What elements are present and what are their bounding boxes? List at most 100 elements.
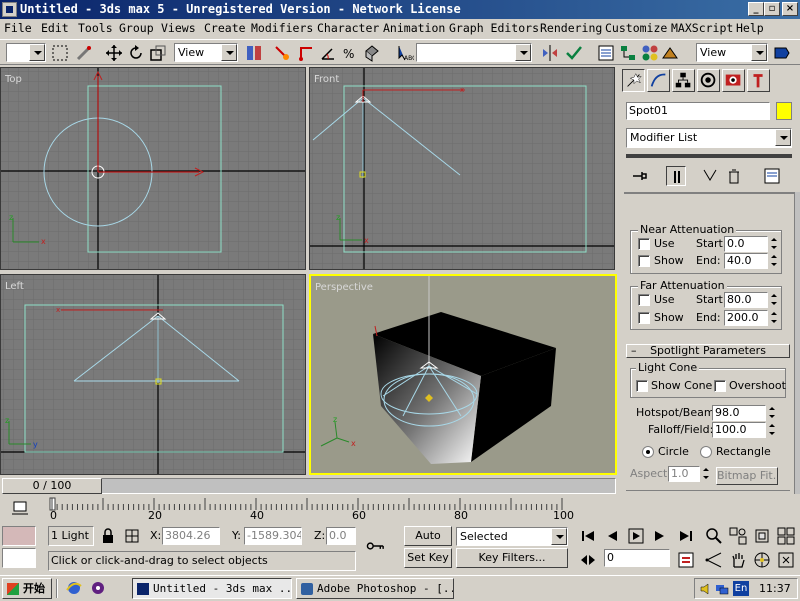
spinner-arrows-icon[interactable] — [769, 310, 779, 326]
schematic-view-icon[interactable] — [618, 43, 638, 63]
track-bar[interactable]: 0 20 40 60 80 100 — [0, 496, 620, 522]
zoom-icon[interactable] — [704, 526, 724, 546]
utilities-tab-icon[interactable] — [747, 69, 770, 92]
percent-snap-icon[interactable]: % — [340, 43, 360, 63]
modifier-list-combo[interactable]: Modifier List — [626, 128, 792, 148]
select-manipulate-icon[interactable] — [272, 43, 292, 63]
menu-animation[interactable]: Animation — [383, 21, 445, 35]
near-use-checkbox[interactable] — [638, 238, 650, 250]
field-of-view-icon[interactable] — [704, 550, 724, 570]
show-end-result-icon[interactable] — [666, 166, 686, 186]
far-end-value[interactable]: 200.0 — [724, 310, 768, 326]
media-player-icon[interactable] — [88, 578, 108, 598]
material-editor-icon[interactable] — [640, 43, 660, 63]
remove-modifier-icon[interactable] — [724, 166, 744, 186]
object-color-swatch[interactable] — [776, 102, 792, 120]
near-end-value[interactable]: 40.0 — [724, 253, 768, 269]
menu-maxscript[interactable]: MAXScript — [671, 21, 733, 35]
select-object-icon[interactable] — [50, 43, 70, 63]
far-start-spinner[interactable]: 80.0 — [724, 292, 780, 308]
spotlight-parameters-rollout[interactable]: – Spotlight Parameters — [626, 344, 790, 358]
make-unique-icon[interactable] — [700, 166, 720, 186]
restore-button[interactable]: ▫ — [764, 2, 780, 16]
spinner-arrows-icon[interactable] — [767, 422, 777, 438]
near-start-value[interactable]: 0.0 — [724, 236, 768, 252]
far-show-checkbox[interactable] — [638, 312, 650, 324]
track-bar-ruler[interactable] — [0, 496, 620, 522]
key-selection-combo[interactable]: Selected — [456, 527, 568, 546]
play-icon[interactable] — [626, 526, 646, 546]
configure-modifier-sets-icon[interactable] — [762, 166, 782, 186]
overshoot-checkbox[interactable] — [714, 380, 726, 392]
menu-file[interactable]: File — [4, 21, 32, 35]
aspect-value[interactable]: 1.0 — [668, 466, 700, 482]
spinner-arrows-icon[interactable] — [769, 236, 779, 252]
far-start-value[interactable]: 80.0 — [724, 292, 768, 308]
command-panel-scrollbar[interactable] — [794, 192, 800, 494]
object-name-field[interactable]: Spot01 — [626, 102, 770, 120]
menu-edit[interactable]: Edit — [41, 21, 69, 35]
scale-icon[interactable] — [148, 43, 168, 63]
viewport-label-perspective[interactable]: Perspective — [315, 282, 373, 293]
z-coord-field[interactable]: 0.0 — [326, 527, 356, 545]
bitmap-fit-button[interactable]: Bitmap Fit... — [716, 467, 778, 485]
hotspot-spinner[interactable]: 98.0 — [712, 405, 778, 421]
spinner-arrows-icon[interactable] — [769, 253, 779, 269]
pin-stack-icon[interactable] — [630, 166, 650, 186]
menu-character[interactable]: Character — [317, 21, 379, 35]
selection-filter-combo[interactable] — [6, 43, 46, 62]
lock-selection-icon[interactable] — [98, 526, 118, 546]
key-mode-toggle-icon[interactable] — [578, 550, 598, 570]
auto-key-button[interactable]: Auto Key — [404, 526, 452, 560]
named-selection-combo[interactable] — [416, 43, 532, 62]
app-icon[interactable] — [2, 2, 17, 17]
language-indicator[interactable]: En — [733, 581, 749, 596]
maxscript-listener-pink[interactable] — [2, 526, 36, 546]
far-end-spinner[interactable]: 200.0 — [724, 310, 780, 326]
viewport-top[interactable]: Top z x — [0, 67, 306, 270]
angle-snap-icon[interactable] — [318, 43, 338, 63]
near-start-spinner[interactable]: 0.0 — [724, 236, 780, 252]
time-slider[interactable]: 0 / 100 — [0, 476, 620, 496]
set-key-mode-icon[interactable] — [366, 536, 394, 556]
go-to-start-icon[interactable] — [578, 526, 598, 546]
taskbar-item-photoshop[interactable]: Adobe Photoshop - [... — [296, 578, 454, 599]
viewport-perspective[interactable]: Perspective z x — [309, 274, 617, 475]
maximize-viewport-icon[interactable] — [776, 550, 796, 570]
near-show-checkbox[interactable] — [638, 255, 650, 267]
display-tab-icon[interactable] — [722, 69, 745, 92]
key-filters-button[interactable]: Key Filters... — [456, 548, 568, 568]
move-icon[interactable] — [104, 43, 124, 63]
menu-help[interactable]: Help — [736, 21, 764, 35]
named-selection-icon[interactable]: ABC — [394, 43, 416, 63]
set-key-button[interactable]: Set Key — [404, 548, 452, 568]
zoom-extents-icon[interactable] — [752, 526, 772, 546]
close-button[interactable]: × — [782, 2, 798, 16]
zoom-all-icon[interactable] — [728, 526, 748, 546]
viewport-label-top[interactable]: Top — [5, 74, 22, 85]
menu-customize[interactable]: Customize — [605, 21, 667, 35]
x-coord-field[interactable]: 3804.26 — [162, 527, 220, 545]
aspect-spinner[interactable]: 1.0 — [668, 466, 712, 482]
next-frame-icon[interactable] — [650, 526, 670, 546]
spinner-arrows-icon[interactable] — [769, 292, 779, 308]
time-slider-thumb[interactable]: 0 / 100 — [2, 478, 102, 494]
menu-rendering[interactable]: Rendering — [540, 21, 602, 35]
rectangle-radio[interactable] — [700, 446, 712, 458]
network-icon[interactable] — [715, 582, 729, 596]
render-type-combo[interactable]: View — [696, 43, 768, 62]
previous-frame-icon[interactable] — [602, 526, 622, 546]
spinner-arrows-icon[interactable] — [701, 466, 711, 482]
menu-group[interactable]: Group — [119, 21, 154, 35]
mirror-icon[interactable] — [540, 43, 560, 63]
spinner-snap-icon[interactable] — [362, 43, 382, 63]
motion-tab-icon[interactable] — [697, 69, 720, 92]
align-icon[interactable] — [564, 43, 584, 63]
quick-render-icon[interactable] — [772, 43, 792, 63]
advanced-effects-rollout-edge[interactable] — [626, 490, 790, 496]
y-coord-field[interactable]: -1589.304 — [244, 527, 302, 545]
reference-coord-combo[interactable]: View — [174, 43, 238, 62]
spinner-arrows-icon[interactable] — [767, 405, 777, 421]
time-configuration-icon[interactable] — [676, 550, 696, 570]
falloff-spinner[interactable]: 100.0 — [712, 422, 778, 438]
